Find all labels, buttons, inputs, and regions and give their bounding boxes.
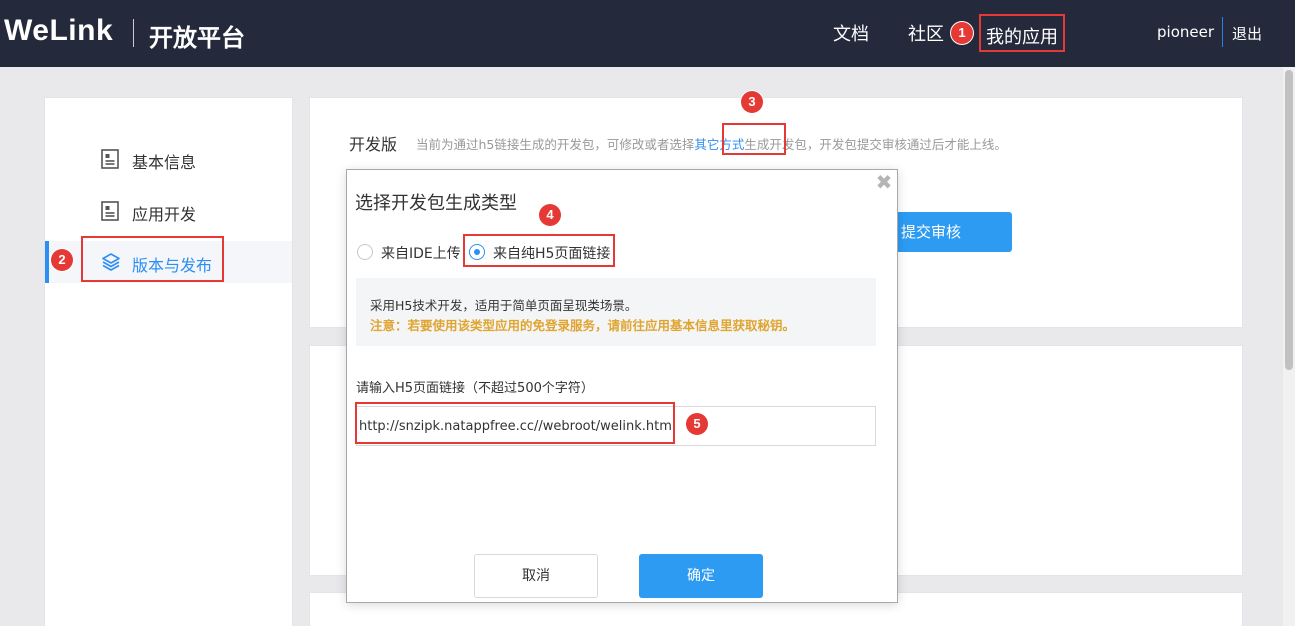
info-text: 采用H5技术开发，适用于简单页面呈现类场景。 — [370, 298, 638, 313]
url-field-label: 请输入H5页面链接（不超过500个字符） — [356, 381, 594, 396]
radio-label: 来自IDE上传 — [381, 246, 461, 262]
highlight-box — [722, 123, 786, 155]
close-icon[interactable]: ✖ — [875, 172, 893, 192]
top-header: WeLink 开放平台 文档 社区 我的应用 pioneer 退出 — [0, 0, 1295, 67]
nav-community[interactable]: 社区 — [908, 20, 944, 46]
submit-review-label: 提交审核 — [900, 223, 961, 241]
user-divider — [1222, 17, 1223, 47]
nav-docs[interactable]: 文档 — [833, 20, 869, 46]
highlight-box — [463, 234, 615, 267]
annotation-marker-3: 3 — [741, 91, 763, 113]
annotation-marker-4: 4 — [539, 204, 561, 226]
document-icon — [101, 201, 119, 221]
sidebar: 基本信息 应用开发 版本与发布 — [44, 97, 293, 626]
annotation-marker-5: 5 — [686, 413, 708, 435]
package-type-dialog: ✖ 选择开发包生成类型 来自IDE上传 来自纯H5页面链接 采用H5技术开发，适… — [346, 169, 898, 603]
scrollbar-thumb[interactable] — [1285, 70, 1293, 370]
dialog-title: 选择开发包生成类型 — [355, 193, 517, 214]
radio-ide-upload[interactable]: 来自IDE上传 — [357, 242, 463, 262]
dev-version-description: 当前为通过h5链接生成的开发包，可修改或者选择其它方式生成开发包，开发包提交审核… — [416, 134, 1007, 153]
confirm-button[interactable]: 确定 — [639, 554, 763, 598]
sidebar-item-label: 应用开发 — [132, 205, 197, 224]
sidebar-item-label: 基本信息 — [132, 153, 197, 172]
logo-divider — [133, 19, 134, 47]
cancel-button[interactable]: 取消 — [474, 554, 598, 598]
sidebar-item-basic-info[interactable]: 基本信息 — [45, 138, 292, 180]
dev-version-title: 开发版 — [349, 135, 398, 154]
username[interactable]: pioneer — [1157, 23, 1214, 41]
info-box: 采用H5技术开发，适用于简单页面呈现类场景。 注意：若要使用该类型应用的免登录服… — [356, 278, 876, 346]
highlight-box — [81, 236, 224, 282]
platform-title: 开放平台 — [149, 24, 245, 52]
welink-logo[interactable]: WeLink — [4, 14, 113, 48]
desc-text: 当前为通过h5链接生成的开发包，可修改或者选择 — [416, 137, 695, 152]
warning-text: 注意：若要使用该类型应用的免登录服务，请前往应用基本信息里获取秘钥。 — [370, 318, 796, 333]
annotation-marker-1: 1 — [951, 22, 973, 44]
logout-link[interactable]: 退出 — [1232, 23, 1262, 44]
nav-my-apps[interactable]: 我的应用 — [979, 14, 1065, 52]
radio-circle[interactable] — [357, 244, 373, 260]
annotation-marker-2: 2 — [51, 249, 73, 271]
h5-url-input[interactable] — [356, 406, 876, 446]
sidebar-item-app-dev[interactable]: 应用开发 — [45, 190, 292, 232]
document-icon — [101, 149, 119, 169]
